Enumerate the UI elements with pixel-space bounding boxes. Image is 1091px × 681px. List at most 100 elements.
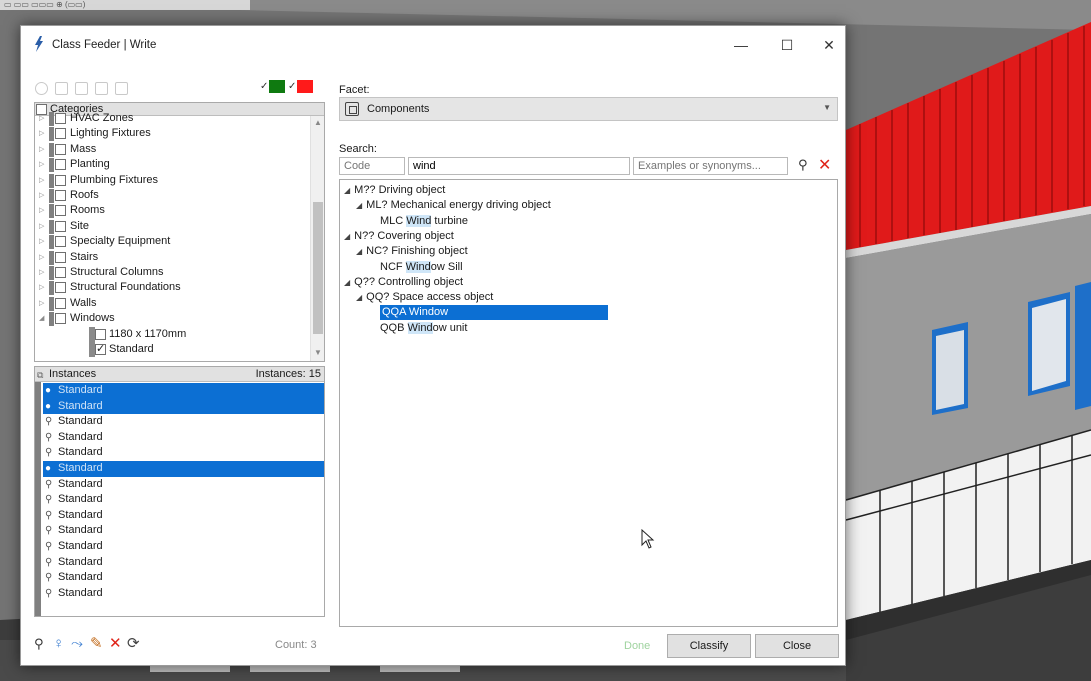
- collapse-arrow-icon[interactable]: ◢: [344, 278, 350, 287]
- zoom-magnifier-icon[interactable]: ⚲: [45, 555, 52, 570]
- search-input[interactable]: [408, 157, 630, 175]
- zoom-magnifier-icon[interactable]: ⚲: [45, 508, 52, 523]
- classified-color-chip[interactable]: [269, 80, 285, 93]
- select-all-icon[interactable]: [55, 82, 68, 95]
- expand-arrow-icon[interactable]: ▷: [39, 111, 44, 126]
- category-checkbox[interactable]: [55, 251, 66, 263]
- facet-dropdown[interactable]: Components ▼: [339, 97, 838, 121]
- scroll-down-icon[interactable]: ▼: [313, 348, 323, 357]
- category-checkbox[interactable]: [55, 159, 66, 171]
- category-checkbox[interactable]: [55, 128, 66, 140]
- clear-search-icon[interactable]: ✕: [818, 155, 831, 175]
- instance-row[interactable]: ⚲ Standard: [43, 586, 324, 602]
- category-row[interactable]: ▷ Lighting Fixtures: [35, 126, 311, 142]
- type-checkbox[interactable]: [95, 342, 106, 357]
- expand-arrow-icon[interactable]: ▷: [39, 280, 44, 295]
- category-checkbox[interactable]: [55, 220, 66, 232]
- instance-row[interactable]: ● Standard: [43, 461, 324, 477]
- zoom-magnifier-icon[interactable]: ⚲: [45, 477, 52, 492]
- category-row[interactable]: ▷ Specialty Equipment: [35, 234, 311, 250]
- result-row[interactable]: ◢ Q?? Controlling object: [344, 275, 463, 290]
- zoom-magnifier-icon[interactable]: ⚲: [45, 445, 52, 460]
- collapse-arrow-icon[interactable]: ◢: [356, 201, 362, 210]
- instance-row[interactable]: ⚲ Standard: [43, 492, 324, 508]
- category-checkbox[interactable]: [55, 236, 66, 248]
- delete-icon[interactable]: ✕: [109, 635, 122, 653]
- instance-row[interactable]: ● Standard: [43, 398, 324, 415]
- expand-arrow-icon[interactable]: ▷: [39, 188, 44, 203]
- expand-arrow-icon[interactable]: ▷: [39, 203, 44, 218]
- zoom-magnifier-icon[interactable]: ⚲: [45, 492, 52, 507]
- filter-icon[interactable]: [115, 82, 128, 95]
- instance-row[interactable]: ⚲ Standard: [43, 570, 324, 586]
- instance-row[interactable]: ● Standard: [43, 383, 324, 399]
- brush-icon[interactable]: ✎: [90, 635, 103, 653]
- collapse-arrow-icon[interactable]: ◢: [356, 247, 362, 256]
- examples-input[interactable]: [633, 157, 788, 175]
- result-row[interactable]: ◢ N?? Covering object: [344, 229, 454, 244]
- selected-dot-icon[interactable]: ●: [45, 383, 51, 398]
- show-classified-check-icon[interactable]: ✓: [260, 81, 268, 92]
- instances-list[interactable]: ⧉ Instances Instances: 15 ● Standard ● Stan…: [34, 366, 325, 617]
- link-icon[interactable]: ⤳: [71, 635, 83, 653]
- zoom-magnifier-icon[interactable]: ⚲: [45, 523, 52, 538]
- category-checkbox[interactable]: [55, 297, 66, 309]
- category-row[interactable]: ◢ Windows: [35, 311, 311, 327]
- result-row[interactable]: ◢ QQ? Space access object: [356, 290, 493, 305]
- expand-arrow-icon[interactable]: ▷: [39, 219, 44, 234]
- category-child-row[interactable]: Standard: [35, 342, 311, 357]
- selected-dot-icon[interactable]: ●: [45, 399, 51, 414]
- category-checkbox[interactable]: [55, 143, 66, 155]
- instance-row[interactable]: ⚲ Standard: [43, 555, 324, 571]
- type-checkbox[interactable]: [95, 328, 106, 340]
- zoom-magnifier-icon[interactable]: ⚲: [45, 414, 52, 429]
- instance-row[interactable]: ⚲ Standard: [43, 445, 324, 461]
- expand-arrow-icon[interactable]: ▷: [39, 142, 44, 157]
- category-row[interactable]: ▷ Mass: [35, 142, 311, 157]
- result-row[interactable]: ◢ M?? Driving object: [344, 183, 445, 198]
- zoom-magnifier-icon[interactable]: ⚲: [45, 539, 52, 554]
- collapse-arrow-icon[interactable]: ◢: [356, 293, 362, 302]
- result-row[interactable]: MLC Wind turbine: [380, 214, 468, 229]
- category-row[interactable]: ▷ Plumbing Fixtures: [35, 173, 311, 188]
- category-row[interactable]: ▷ Stairs: [35, 250, 311, 265]
- close-button[interactable]: Close: [755, 634, 839, 658]
- collapse-arrow-icon[interactable]: ◢: [39, 311, 44, 326]
- show-unclassified-check-icon[interactable]: ✓: [288, 81, 296, 92]
- maximize-button[interactable]: ☐: [775, 35, 799, 55]
- category-row[interactable]: ▷ Structural Columns: [35, 265, 311, 280]
- refresh-icon[interactable]: ⟳: [127, 635, 140, 653]
- title-bar[interactable]: Class Feeder | Write — ☐ ✕: [21, 26, 845, 66]
- collapse-all-icon[interactable]: [95, 82, 108, 95]
- instance-row[interactable]: ⚲ Standard: [43, 523, 324, 539]
- result-row[interactable]: NCF Window Sill: [380, 260, 463, 275]
- result-row[interactable]: QQA Window: [380, 305, 608, 321]
- scrollbar-thumb[interactable]: [313, 202, 323, 334]
- collapse-arrow-icon[interactable]: ◢: [344, 186, 350, 195]
- globe-icon[interactable]: [35, 82, 48, 95]
- expand-arrow-icon[interactable]: ▷: [39, 296, 44, 311]
- bulb-icon[interactable]: ♀: [53, 635, 64, 653]
- category-checkbox[interactable]: [55, 282, 66, 294]
- category-checkbox[interactable]: [55, 205, 66, 217]
- done-button[interactable]: Done: [624, 640, 650, 652]
- expand-arrow-icon[interactable]: ▷: [39, 126, 44, 141]
- category-child-row[interactable]: 1180 x 1170mm: [35, 326, 311, 342]
- result-row[interactable]: QQB Window unit: [380, 321, 467, 336]
- find-binoculars-icon[interactable]: ⚲: [798, 157, 808, 173]
- unclassified-color-chip[interactable]: [297, 80, 313, 93]
- binoculars-icon[interactable]: ⚲: [34, 635, 44, 653]
- result-row[interactable]: ◢ NC? Finishing object: [356, 244, 468, 259]
- expand-arrow-icon[interactable]: ▷: [39, 157, 44, 172]
- categories-scrollbar[interactable]: ▲ ▼: [310, 116, 324, 361]
- category-checkbox[interactable]: [55, 267, 66, 278]
- instance-row[interactable]: ⚲ Standard: [43, 477, 324, 493]
- instance-row[interactable]: ⚲ Standard: [43, 508, 324, 524]
- zoom-magnifier-icon[interactable]: ⚲: [45, 586, 52, 601]
- category-checkbox[interactable]: [55, 313, 66, 325]
- zoom-magnifier-icon[interactable]: ⚲: [45, 570, 52, 585]
- expand-arrow-icon[interactable]: ▷: [39, 173, 44, 188]
- expand-all-icon[interactable]: [75, 82, 88, 95]
- categories-tree[interactable]: Categories ▷ HVAC Zones ▷ Lighting Fixtures…: [34, 102, 325, 362]
- zoom-magnifier-icon[interactable]: ⚲: [45, 430, 52, 445]
